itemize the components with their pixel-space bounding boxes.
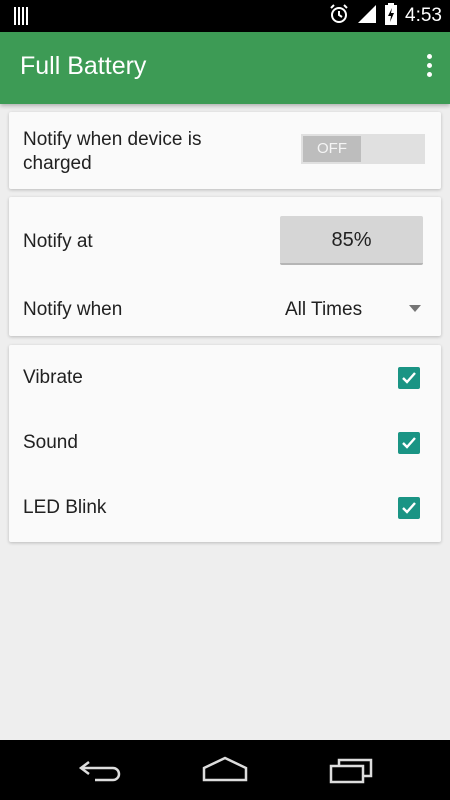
sound-label: Sound bbox=[23, 432, 78, 453]
home-icon[interactable] bbox=[202, 756, 248, 784]
battery-charging-icon bbox=[385, 2, 398, 30]
notify-when-dropdown[interactable]: All Times bbox=[271, 293, 425, 327]
notify-settings-card: Notify at 85% Notify when All Times bbox=[9, 197, 441, 336]
recents-icon[interactable] bbox=[329, 756, 375, 784]
status-bar: 4:53 bbox=[0, 0, 450, 32]
vibrate-checkbox[interactable] bbox=[398, 367, 420, 389]
charged-label: Notify when device is charged bbox=[23, 129, 202, 174]
signal-icon bbox=[357, 4, 377, 29]
status-icons: 4:53 bbox=[329, 2, 442, 30]
back-icon[interactable] bbox=[77, 756, 123, 784]
toggle-state-text: OFF bbox=[303, 136, 361, 162]
dropdown-arrow-icon bbox=[409, 305, 421, 312]
clock: 4:53 bbox=[405, 5, 442, 26]
notify-when-value: All Times bbox=[285, 299, 363, 320]
app-title: Full Battery bbox=[20, 52, 147, 80]
vibrate-label: Vibrate bbox=[23, 367, 83, 388]
led-blink-checkbox[interactable] bbox=[398, 497, 420, 519]
notify-when-label: Notify when bbox=[23, 299, 123, 320]
overflow-menu-icon[interactable] bbox=[424, 54, 434, 80]
navigation-bar bbox=[0, 740, 450, 800]
notify-at-label: Notify at bbox=[23, 231, 93, 252]
alarm-icon bbox=[329, 3, 349, 29]
sound-checkbox[interactable] bbox=[398, 432, 420, 454]
notification-icon bbox=[14, 7, 30, 25]
charged-toggle[interactable]: OFF bbox=[301, 134, 425, 164]
charged-notification-card: Notify when device is charged OFF bbox=[9, 112, 441, 189]
notify-at-button[interactable]: 85% bbox=[280, 216, 423, 265]
alert-options-card: Vibrate Sound LED Blink bbox=[9, 345, 441, 542]
app-bar: Full Battery bbox=[0, 32, 450, 104]
led-blink-label: LED Blink bbox=[23, 497, 107, 518]
